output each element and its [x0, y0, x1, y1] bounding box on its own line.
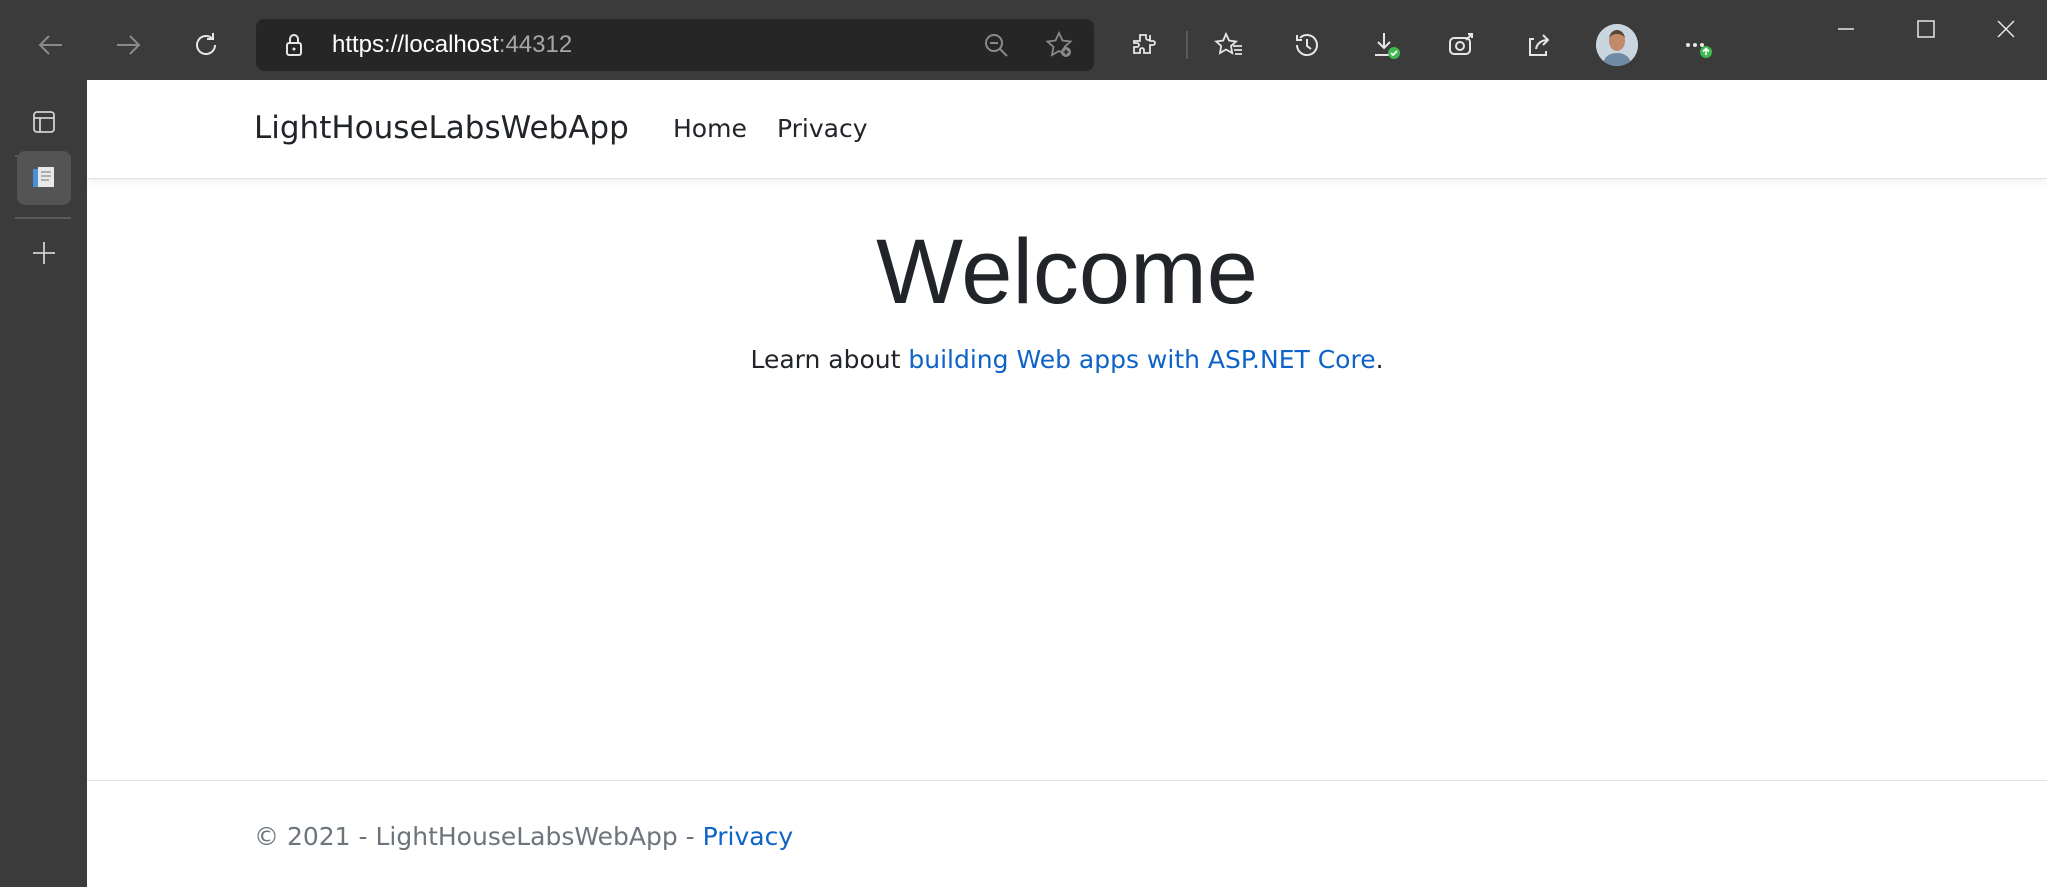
aspnet-docs-link[interactable]: building Web apps with ASP.NET Core [908, 345, 1375, 374]
profile-avatar[interactable] [1596, 24, 1638, 66]
new-tab-button[interactable] [17, 226, 71, 280]
site-navbar: LightHouseLabsWebApp Home Privacy [87, 80, 2047, 179]
tab-strip-divider-2 [15, 217, 71, 219]
favorites-button[interactable] [1203, 19, 1255, 71]
maximize-button[interactable] [1886, 0, 1966, 58]
url-scheme: https:// [332, 31, 405, 58]
url-text[interactable]: https://localhost:44312 [332, 31, 572, 59]
maximize-icon [1917, 20, 1935, 38]
refresh-icon [196, 33, 216, 55]
zoom-button[interactable] [970, 19, 1022, 71]
url-host: localhost [404, 31, 499, 58]
forward-icon [117, 35, 141, 55]
toolbar-divider [1186, 31, 1188, 59]
vertical-tab-strip [0, 80, 87, 887]
site-footer: © 2021 - LightHouseLabsWebApp - Privacy [254, 822, 793, 851]
footer-divider [87, 780, 2047, 781]
lock-icon [286, 34, 302, 56]
more-button[interactable] [1671, 19, 1723, 71]
extensions-icon [1133, 34, 1156, 54]
web-capture-button[interactable] [1435, 19, 1487, 71]
active-page-tab[interactable] [17, 151, 71, 205]
tab-actions-icon [33, 111, 55, 133]
address-bar[interactable]: https://localhost:44312 [256, 19, 1094, 71]
page-tab-icon [33, 167, 54, 187]
footer-privacy-link[interactable]: Privacy [703, 822, 794, 851]
learn-suffix: . [1375, 345, 1384, 374]
extensions-button[interactable] [1118, 19, 1170, 71]
add-favorite-button[interactable] [1033, 19, 1085, 71]
minimize-button[interactable] [1806, 0, 1886, 58]
back-icon [38, 35, 62, 55]
share-icon [1529, 34, 1550, 56]
page-viewport: LightHouseLabsWebApp Home Privacy Welcom… [87, 80, 2047, 887]
forward-button[interactable] [102, 19, 154, 71]
tab-actions-button[interactable] [17, 95, 71, 149]
nav-home-link[interactable]: Home [673, 114, 747, 143]
web-capture-icon [1449, 33, 1473, 55]
refresh-button[interactable] [180, 19, 232, 71]
more-icon [1686, 43, 1712, 58]
add-favorite-icon [1045, 30, 1073, 57]
minimize-icon [1838, 28, 1854, 30]
history-button[interactable] [1281, 19, 1333, 71]
browser-toolbar: https://localhost:44312 [0, 0, 2047, 80]
page-heading: Welcome [876, 221, 1258, 323]
footer-copyright: © 2021 - LightHouseLabsWebApp - [254, 822, 703, 851]
profile-picture [1596, 24, 1638, 66]
close-button[interactable] [1966, 0, 2046, 58]
site-brand-link[interactable]: LightHouseLabsWebApp [254, 110, 629, 146]
url-port: :44312 [498, 31, 573, 58]
downloads-button[interactable] [1360, 19, 1412, 71]
zoom-out-icon [985, 34, 1008, 57]
favorites-icon [1214, 31, 1242, 55]
downloads-icon [1375, 33, 1400, 59]
back-button[interactable] [25, 19, 77, 71]
learn-prefix: Learn about [750, 345, 909, 374]
nav-privacy-link[interactable]: Privacy [777, 114, 868, 143]
learn-paragraph: Learn about building Web apps with ASP.N… [87, 345, 2047, 374]
share-button[interactable] [1513, 19, 1565, 71]
new-tab-icon [33, 242, 55, 264]
history-icon [1295, 34, 1318, 57]
close-icon [1997, 20, 2015, 38]
site-info-button[interactable] [268, 19, 320, 71]
